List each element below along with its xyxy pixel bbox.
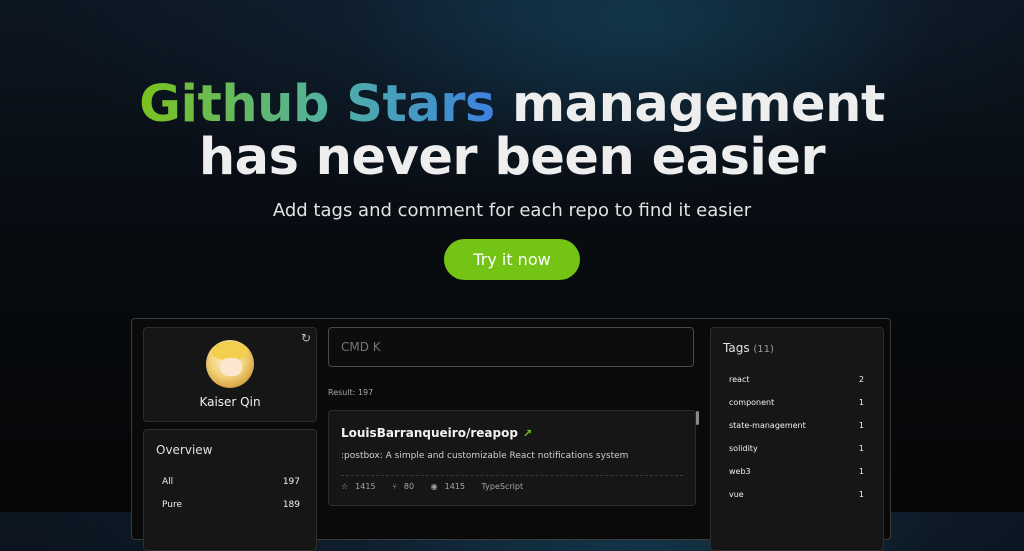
overview-item-label: Pure <box>162 500 183 510</box>
repo-divider <box>341 475 683 476</box>
eye-icon: ◉ <box>430 482 438 491</box>
tag-count: 1 <box>858 444 864 453</box>
tag-label: solidity <box>729 444 758 453</box>
overview-item-label: All <box>162 477 174 487</box>
overview-item-all[interactable]: All 197 <box>162 477 300 487</box>
watchers-count: 1415 <box>444 482 465 491</box>
repo-name-link[interactable]: LouisBarranqueiro/reapop ↗ <box>341 426 532 440</box>
tags-title-label: Tags <box>723 341 750 355</box>
repo-watchers: ◉ 1415 <box>431 482 472 491</box>
username: Kaiser Qin <box>199 395 261 409</box>
headline-highlight: Github Stars <box>139 75 495 134</box>
tag-count: 2 <box>858 375 864 384</box>
repo-card: LouisBarranqueiro/reapop ↗ :postbox: A si… <box>328 410 696 506</box>
tag-item-vue[interactable]: vue 1 <box>729 490 864 499</box>
result-count: Result: 197 <box>328 388 374 397</box>
tag-label: react <box>729 375 750 384</box>
repo-language: TypeScript <box>481 482 524 491</box>
tag-item-state-management[interactable]: state-management 1 <box>729 421 864 430</box>
overview-item-pure[interactable]: Pure 189 <box>162 500 300 510</box>
tag-item-react[interactable]: react 2 <box>729 375 864 384</box>
tag-count: 1 <box>858 467 864 476</box>
tags-card: Tags (11) react 2 component 1 state-mana… <box>710 327 884 551</box>
try-it-now-button[interactable]: Try it now <box>444 239 580 280</box>
repo-name: LouisBarranqueiro/reapop <box>341 426 518 440</box>
profile-card: ↻ Kaiser Qin <box>143 327 317 422</box>
arrow-up-right-icon[interactable]: ↗ <box>523 427 532 440</box>
repo-meta: ☆ 1415 ⑂ 80 ◉ 1415 TypeScript <box>341 482 530 491</box>
tags-title: Tags (11) <box>723 341 774 355</box>
app-preview: ↻ Kaiser Qin Overview All 197 Pure 189 R… <box>131 318 891 551</box>
tag-label: state-management <box>729 421 806 430</box>
overview-item-count: 197 <box>282 477 300 487</box>
tag-count: 1 <box>858 490 864 499</box>
refresh-icon[interactable]: ↻ <box>301 331 311 345</box>
headline-line2: has never been easier <box>198 128 826 187</box>
overview-item-count: 189 <box>282 500 300 510</box>
avatar <box>206 340 254 388</box>
tag-item-component[interactable]: component 1 <box>729 398 864 407</box>
fork-icon: ⑂ <box>392 482 397 491</box>
repo-stars: ☆ 1415 <box>341 482 383 491</box>
repo-forks: ⑂ 80 <box>392 482 421 491</box>
scrollbar-thumb[interactable] <box>696 411 699 425</box>
stars-count: 1415 <box>355 482 376 491</box>
tag-label: web3 <box>729 467 751 476</box>
tags-total-count: (11) <box>753 344 774 355</box>
star-icon: ☆ <box>341 482 349 491</box>
tag-label: vue <box>729 490 744 499</box>
overview-card: Overview All 197 Pure 189 <box>143 429 317 551</box>
hero-section: Github Stars management has never been e… <box>0 78 1024 280</box>
hero-subtitle: Add tags and comment for each repo to fi… <box>272 200 752 221</box>
tag-item-solidity[interactable]: solidity 1 <box>729 444 864 453</box>
tag-item-web3[interactable]: web3 1 <box>729 467 864 476</box>
headline-rest: management <box>494 75 885 134</box>
forks-count: 80 <box>403 482 415 491</box>
tag-count: 1 <box>858 398 864 407</box>
overview-title: Overview <box>156 443 213 457</box>
avatar-face <box>220 358 242 376</box>
tag-count: 1 <box>858 421 864 430</box>
tag-label: component <box>729 398 775 407</box>
search-input[interactable] <box>328 327 694 367</box>
repo-description: :postbox: A simple and customizable Reac… <box>341 451 629 461</box>
hero-headline: Github Stars management has never been e… <box>0 78 1024 184</box>
